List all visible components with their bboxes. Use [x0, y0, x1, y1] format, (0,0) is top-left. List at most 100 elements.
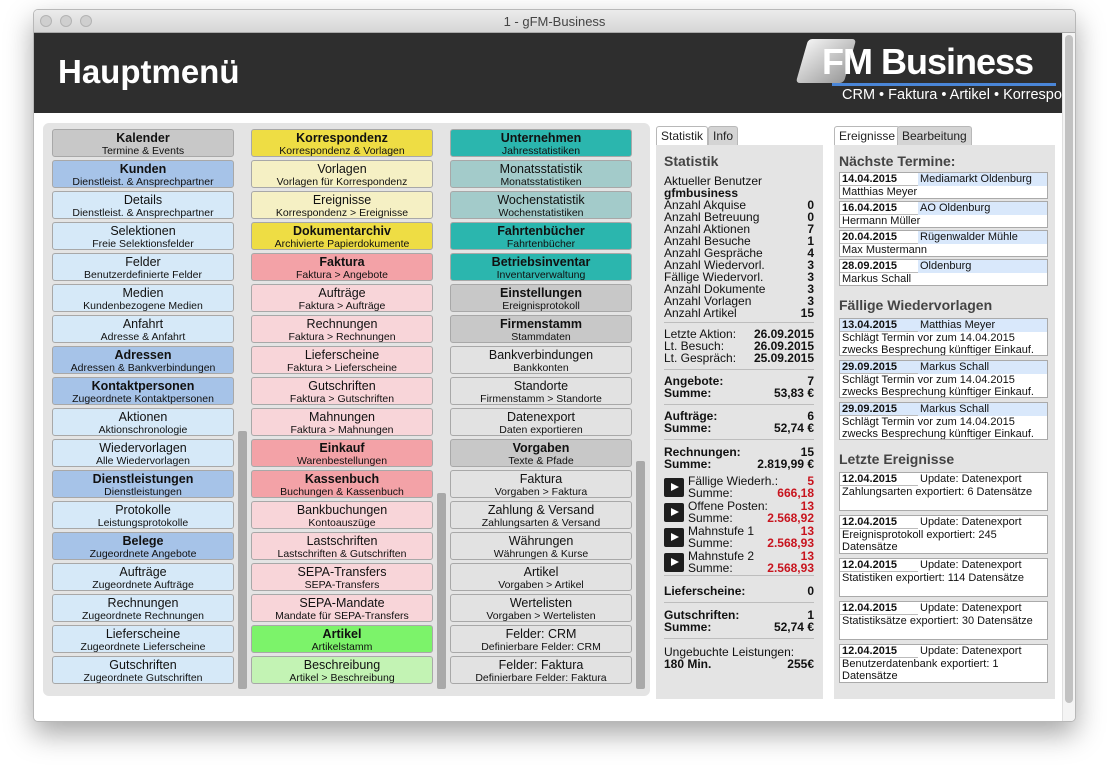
divider — [664, 638, 814, 639]
menu-button-title: Artikel — [523, 565, 559, 579]
menu-button[interactable]: Wochenstatistik Wochenstatistiken — [450, 191, 632, 219]
event-card[interactable]: 12.04.2015 Update: Datenexport Statistiken… — [839, 558, 1048, 597]
followup-card[interactable]: 29.09.2015 Markus Schall Schlägt Termin vo… — [839, 402, 1048, 440]
menu-button[interactable]: Datenexport Daten exportieren — [450, 408, 632, 436]
followup-card[interactable]: 13.04.2015 Matthias Meyer Schlägt Termin v… — [839, 318, 1048, 356]
play-icon[interactable] — [664, 553, 684, 572]
menu-button-title: Faktura — [519, 472, 563, 486]
window-scrollbar[interactable] — [1062, 33, 1075, 721]
minimize-window-button[interactable] — [60, 15, 72, 27]
column-scroll-indicator-1[interactable] — [238, 431, 247, 689]
menu-button[interactable]: Bankbuchungen Kontoauszüge — [251, 501, 433, 529]
menu-button[interactable]: Fahrtenbücher Fahrtenbücher — [450, 222, 632, 250]
play-icon[interactable] — [664, 528, 684, 547]
appointment-card[interactable]: 14.04.2015 Mediamarkt Oldenburg Matthias M… — [839, 172, 1048, 199]
divider — [664, 575, 814, 576]
menu-button[interactable]: Korrespondenz Korrespondenz & Vorlagen — [251, 129, 433, 157]
card-name: Update: Datenexport — [918, 645, 1047, 658]
menu-button[interactable]: Artikel Vorgaben > Artikel — [450, 563, 632, 591]
zoom-window-button[interactable] — [80, 15, 92, 27]
menu-button[interactable]: Wertelisten Vorgaben > Wertelisten — [450, 594, 632, 622]
menu-button[interactable]: Adressen Adressen & Bankverbindungen — [52, 346, 234, 374]
menu-button[interactable]: Gutschriften Faktura > Gutschriften — [251, 377, 433, 405]
menu-button[interactable]: Anfahrt Adresse & Anfahrt — [52, 315, 234, 343]
menu-button[interactable]: Aktionen Aktionschronologie — [52, 408, 234, 436]
menu-button[interactable]: Betriebsinventar Inventarverwaltung — [450, 253, 632, 281]
card-header: 29.09.2015 Markus Schall — [840, 403, 1047, 416]
menu-button-title: Belege — [122, 534, 164, 548]
tab-ereignisse[interactable]: Ereignisse — [834, 126, 901, 145]
close-window-button[interactable] — [40, 15, 52, 27]
menu-button[interactable]: Ereignisse Korrespondenz > Ereignisse — [251, 191, 433, 219]
appointment-card[interactable]: 20.04.2015 Rügenwalder Mühle Max Musterman… — [839, 230, 1048, 257]
menu-button[interactable]: Einkauf Warenbestellungen — [251, 439, 433, 467]
menu-button[interactable]: Lastschriften Lastschriften & Gutschrifte… — [251, 532, 433, 560]
menu-button[interactable]: Lieferscheine Faktura > Lieferscheine — [251, 346, 433, 374]
menu-button[interactable]: Protokolle Leistungsprotokolle — [52, 501, 234, 529]
menu-button[interactable]: Unternehmen Jahresstatistiken — [450, 129, 632, 157]
menu-button[interactable]: Details Dienstleist. & Ansprechpartner — [52, 191, 234, 219]
menu-button[interactable]: Lieferscheine Zugeordnete Lieferscheine — [52, 625, 234, 653]
menu-button[interactable]: Aufträge Faktura > Aufträge — [251, 284, 433, 312]
menu-button-title: Aufträge — [318, 286, 366, 300]
followup-card[interactable]: 29.09.2015 Markus Schall Schlägt Termin vo… — [839, 360, 1048, 398]
menu-button[interactable]: Gutschriften Zugeordnete Gutschriften — [52, 656, 234, 684]
menu-button[interactable]: Medien Kundenbezogene Medien — [52, 284, 234, 312]
column-scroll-indicator-2[interactable] — [437, 493, 446, 689]
tab-bearbeitung[interactable]: Bearbeitung — [897, 126, 972, 145]
event-card[interactable]: 12.04.2015 Update: Datenexport Zahlungsart… — [839, 472, 1048, 511]
menu-button[interactable]: Kalender Termine & Events — [52, 129, 234, 157]
menu-button[interactable]: Aufträge Zugeordnete Aufträge — [52, 563, 234, 591]
menu-button-title: Adressen — [114, 348, 172, 362]
menu-button-title: Standorte — [513, 379, 569, 393]
menu-button[interactable]: SEPA-Mandate Mandate für SEPA-Transfers — [251, 594, 433, 622]
menu-button[interactable]: Rechnungen Zugeordnete Rechnungen — [52, 594, 234, 622]
menu-button[interactable]: Standorte Firmenstamm > Standorte — [450, 377, 632, 405]
menu-button[interactable]: Kassenbuch Buchungen & Kassenbuch — [251, 470, 433, 498]
window-scroll-thumb[interactable] — [1065, 35, 1073, 703]
menu-button[interactable]: Mahnungen Faktura > Mahnungen — [251, 408, 433, 436]
menu-button[interactable]: Faktura Faktura > Angebote — [251, 253, 433, 281]
menu-button[interactable]: Selektionen Freie Selektionsfelder — [52, 222, 234, 250]
card-name: Update: Datenexport — [918, 602, 1047, 615]
stats-tabs: Statistik Info — [656, 126, 823, 145]
menu-button[interactable]: SEPA-Transfers SEPA-Transfers — [251, 563, 433, 591]
menu-button[interactable]: Bankverbindungen Bankkonten — [450, 346, 632, 374]
play-icon[interactable] — [664, 478, 684, 497]
menu-button[interactable]: Belege Zugeordnete Angebote — [52, 532, 234, 560]
menu-button[interactable]: Wiedervorlagen Alle Wiedervorlagen — [52, 439, 234, 467]
column-scroll-indicator-3[interactable] — [636, 461, 645, 689]
play-icon[interactable] — [664, 503, 684, 522]
menu-button[interactable]: Kontaktpersonen Zugeordnete Kontaktperson… — [52, 377, 234, 405]
card-body: Statistiken exportiert: 114 Datensätze — [842, 572, 1025, 584]
menu-button[interactable]: Vorgaben Texte & Pfade — [450, 439, 632, 467]
card-header: 12.04.2015 Update: Datenexport — [840, 473, 1047, 486]
appointment-card[interactable]: 16.04.2015 AO Oldenburg Hermann Müller — [839, 201, 1048, 228]
menu-button[interactable]: Zahlung & Versand Zahlungsarten & Versand — [450, 501, 632, 529]
event-card[interactable]: 12.04.2015 Update: Datenexport Ereignispro… — [839, 515, 1048, 554]
menu-button-title: Aufträge — [119, 565, 167, 579]
menu-button-title: Felder: CRM — [505, 627, 577, 641]
event-card[interactable]: 12.04.2015 Update: Datenexport Statistiksä… — [839, 601, 1048, 640]
menu-button-subtitle: Vorgaben > Faktura — [494, 486, 588, 498]
menu-button[interactable]: Felder: CRM Definierbare Felder: CRM — [450, 625, 632, 653]
tab-statistik[interactable]: Statistik — [656, 126, 709, 145]
menu-button[interactable]: Beschreibung Artikel > Beschreibung — [251, 656, 433, 684]
menu-button[interactable]: Dokumentarchiv Archivierte Papierdokument… — [251, 222, 433, 250]
menu-button[interactable]: Felder: Faktura Definierbare Felder: Fakt… — [450, 656, 632, 684]
menu-button[interactable]: Einstellungen Ereignisprotokoll — [450, 284, 632, 312]
menu-button[interactable]: Faktura Vorgaben > Faktura — [450, 470, 632, 498]
menu-button[interactable]: Vorlagen Vorlagen für Korrespondenz — [251, 160, 433, 188]
menu-button[interactable]: Felder Benutzerdefinierte Felder — [52, 253, 234, 281]
appointment-card[interactable]: 28.09.2015 Oldenburg Markus Schall — [839, 259, 1048, 286]
tab-info[interactable]: Info — [708, 126, 739, 145]
event-card[interactable]: 12.04.2015 Update: Datenexport Benutzerdat… — [839, 644, 1048, 683]
menu-button[interactable]: Firmenstamm Stammdaten — [450, 315, 632, 343]
menu-button[interactable]: Artikel Artikelstamm — [251, 625, 433, 653]
menu-button[interactable]: Währungen Währungen & Kurse — [450, 532, 632, 560]
menu-button[interactable]: Monatsstatistik Monatsstatistiken — [450, 160, 632, 188]
menu-button[interactable]: Kunden Dienstleist. & Ansprechpartner — [52, 160, 234, 188]
menu-button[interactable]: Rechnungen Faktura > Rechnungen — [251, 315, 433, 343]
menu-button[interactable]: Dienstleistungen Dienstleistungen — [52, 470, 234, 498]
menu-button-title: Betriebsinventar — [491, 255, 591, 269]
